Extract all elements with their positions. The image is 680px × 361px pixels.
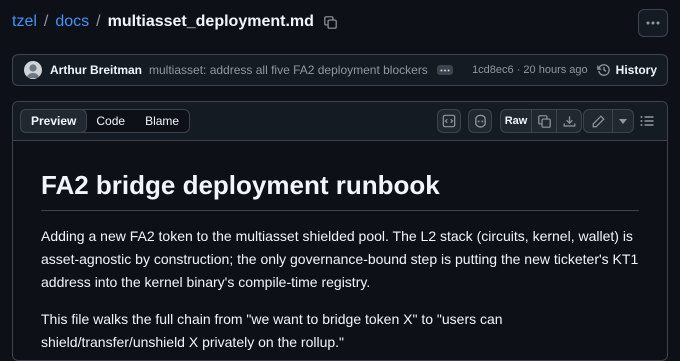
copy-icon — [324, 15, 338, 29]
triangle-down-icon — [619, 118, 627, 124]
copilot-icon — [474, 114, 486, 128]
download-button[interactable] — [557, 110, 581, 132]
tab-preview[interactable]: Preview — [20, 109, 88, 133]
file-viewer: Preview Code Blame Raw FA2 bridge deploy… — [12, 101, 668, 361]
file-toolbar: Preview Code Blame Raw — [13, 102, 667, 141]
copilot-button[interactable] — [468, 109, 492, 133]
raw-button[interactable]: Raw — [501, 110, 532, 132]
history-label: History — [615, 63, 657, 77]
edit-group — [583, 109, 634, 133]
download-icon — [563, 115, 575, 127]
breadcrumb: tzel / docs / multiasset_deployment.md — [12, 11, 338, 33]
tab-blame[interactable]: Blame — [135, 110, 189, 132]
paragraph: Adding a new FA2 token to the multiasset… — [41, 228, 639, 290]
history-icon — [596, 64, 610, 76]
breadcrumb-separator: / — [43, 13, 49, 30]
latest-commit-bar: Arthur Breitman multiasset: address all … — [12, 54, 668, 86]
copy-icon — [537, 114, 551, 128]
commit-author[interactable]: Arthur Breitman — [50, 63, 142, 77]
breadcrumb-file-name: multiasset_deployment.md — [107, 13, 314, 30]
markdown-body: FA2 bridge deployment runbook Adding a n… — [13, 141, 667, 354]
breadcrumb-folder-link[interactable]: docs — [55, 13, 89, 31]
list-unordered-icon — [640, 116, 654, 126]
outline-button[interactable] — [633, 109, 661, 133]
document-title: FA2 bridge deployment runbook — [41, 141, 639, 211]
expand-commit-message-button[interactable] — [436, 65, 453, 75]
more-options-button[interactable] — [638, 9, 668, 37]
breadcrumb-separator: / — [96, 13, 101, 30]
paragraph: This file walks the full chain from "we … — [41, 311, 503, 350]
edit-options-dropdown[interactable] — [613, 110, 633, 132]
copy-path-button[interactable] — [324, 15, 338, 29]
code-square-icon — [442, 114, 456, 128]
kebab-horizontal-icon — [646, 21, 660, 25]
raw-copy-download-group: Raw — [500, 109, 582, 133]
tab-code[interactable]: Code — [86, 110, 135, 132]
pencil-icon — [592, 114, 605, 127]
view-mode-segmented-control: Preview Code Blame — [20, 109, 191, 133]
author-avatar[interactable] — [24, 61, 42, 79]
breadcrumb-repo-link[interactable]: tzel — [12, 13, 37, 31]
history-button[interactable]: History — [596, 63, 657, 77]
edit-file-button[interactable] — [584, 110, 613, 132]
commit-message[interactable]: multiasset: address all five FA2 deploym… — [149, 63, 428, 77]
copy-raw-button[interactable] — [532, 110, 557, 132]
raw-label: Raw — [504, 115, 528, 127]
ellipsis-icon — [440, 69, 450, 71]
symbols-button[interactable] — [437, 109, 461, 133]
avatar-icon — [26, 64, 40, 78]
commit-meta[interactable]: 1cd8ec6 · 20 hours ago — [472, 64, 588, 76]
